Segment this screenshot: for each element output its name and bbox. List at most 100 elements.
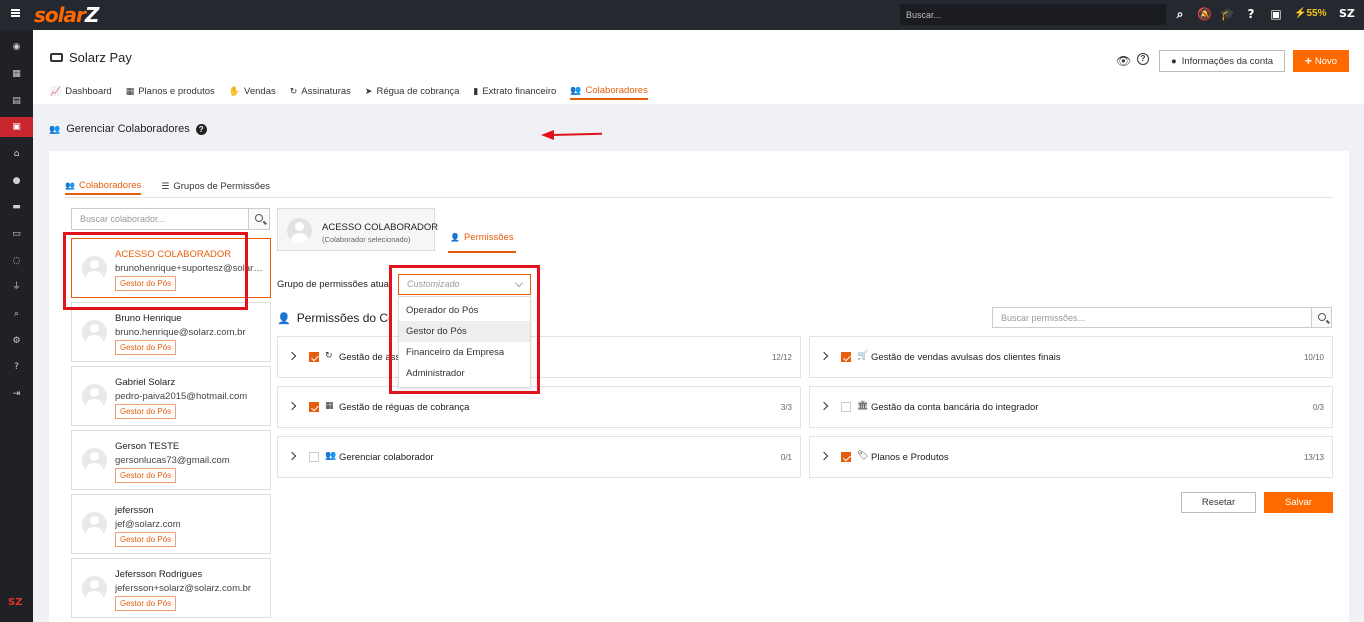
calendar-check-icon: ▦ <box>325 400 334 410</box>
chevron-right-icon[interactable] <box>287 351 297 361</box>
users-icon: 👥 <box>49 123 61 134</box>
save-button[interactable]: Salvar <box>1264 492 1333 513</box>
document-icon[interactable]: ▤ <box>0 91 33 111</box>
search-icon[interactable]: ⌕ <box>0 304 33 324</box>
collaborator-card[interactable]: Bruno Henrique bruno.henrique@solarz.com… <box>71 302 271 362</box>
search-icon <box>1318 313 1326 321</box>
avatar <box>287 218 312 243</box>
logout-icon[interactable]: ⇥ <box>0 384 33 404</box>
role-badge: Gestor do Pós <box>115 340 177 355</box>
plug-icon[interactable]: ⏚ <box>0 277 33 297</box>
collaborator-name: Bruno Henrique <box>115 313 182 324</box>
chevron-right-icon[interactable] <box>287 401 297 411</box>
reset-button[interactable]: Resetar <box>1181 492 1256 513</box>
nav-tabs: 📈 Dashboard ▦ Planos e produtos ✋ Vendas ↻ A… <box>50 82 648 100</box>
card-alt-icon[interactable]: ▭ <box>0 224 33 244</box>
permissions-heading: 👤 Permissões do Colaborador <box>277 311 392 325</box>
collaborator-name: jefersson <box>115 505 154 516</box>
user-gear-icon: 👤 <box>277 312 291 325</box>
tab-grupos-permissoes[interactable]: ☰ Grupos de Permissões <box>161 177 270 195</box>
eye-icon[interactable]: 👁 <box>1116 54 1131 68</box>
tab-assinaturas[interactable]: ↻ Assinaturas <box>290 82 351 100</box>
permission-checkbox[interactable] <box>309 452 319 462</box>
sub-tabs: 👥 Colaboradores ☰ Grupos de Permissões <box>65 177 270 195</box>
permission-checkbox[interactable] <box>841 402 851 412</box>
tab-permissoes[interactable]: 👤 Permissões <box>448 223 516 253</box>
question-icon[interactable]: ? <box>0 357 33 377</box>
tab-regua-cobranca[interactable]: ➤ Régua de cobrança <box>365 82 459 100</box>
chevron-right-icon[interactable] <box>819 351 829 361</box>
tab-colaboradores[interactable]: 👥 Colaboradores <box>570 82 648 100</box>
permission-search-input[interactable] <box>992 307 1312 328</box>
menu-icon[interactable] <box>11 9 20 17</box>
permission-row[interactable]: 🏷 Planos e Produtos 13/13 <box>809 436 1333 478</box>
chart-line-icon: 📈 <box>50 85 62 96</box>
boxes-icon: ▦ <box>125 85 135 96</box>
tab-dashboard[interactable]: 📈 Dashboard <box>50 82 112 100</box>
collaborator-search-input[interactable] <box>71 208 249 230</box>
page-title: 👥 Gerenciar Colaboradores ? <box>49 123 207 135</box>
collaborator-card[interactable]: Gerson TESTE gersonlucas73@gmail.com Ges… <box>71 430 271 490</box>
graduation-cap-icon[interactable]: 🎓 <box>1220 7 1235 21</box>
clipboard-icon[interactable]: ▣ <box>1269 7 1283 21</box>
top-bar: solarZ ⌕ 🔕 🎓 ? ▣ ⚡55% SZ <box>0 0 1364 30</box>
home-icon[interactable]: ⌂ <box>0 144 33 164</box>
dashboard-icon[interactable]: ◉ <box>0 37 33 57</box>
avatar <box>82 384 107 409</box>
permission-row[interactable]: 👥 Gerenciar colaborador 0/1 <box>277 436 801 478</box>
chevron-right-icon[interactable] <box>819 401 829 411</box>
account-info-button[interactable]: ● Informações da conta <box>1159 50 1285 72</box>
permission-checkbox[interactable] <box>309 402 319 412</box>
logo[interactable]: solarZ <box>34 3 99 27</box>
cash-icon[interactable]: ▣ <box>0 117 33 137</box>
collaborator-name: Gerson TESTE <box>115 441 180 452</box>
global-search-input[interactable] <box>900 4 1166 25</box>
collaborator-name: Gabriel Solarz <box>115 377 176 388</box>
whatsapp-icon[interactable]: ◌ <box>0 251 33 271</box>
help-icon[interactable]: ? <box>195 123 207 135</box>
new-button[interactable]: + Novo <box>1293 50 1349 72</box>
divider <box>65 197 1333 198</box>
paper-plane-icon: ➤ <box>364 85 373 96</box>
permission-checkbox[interactable] <box>309 352 319 362</box>
search-icon[interactable]: ⌕ <box>1173 7 1187 21</box>
grid-icon[interactable]: ▦ <box>0 64 33 84</box>
collaborator-search-button[interactable] <box>248 208 270 230</box>
cash-icon <box>50 53 63 62</box>
permission-search-button[interactable] <box>1311 307 1332 328</box>
permission-row[interactable]: 🛒 Gestão de vendas avulsas dos clientes … <box>809 336 1333 378</box>
permission-checkbox[interactable] <box>841 352 851 362</box>
collaborator-email: jef@solarz.com <box>115 519 181 530</box>
card-icon[interactable]: ▬ <box>0 197 33 217</box>
search-icon <box>255 214 263 222</box>
app-title: Solarz Pay <box>50 50 132 65</box>
permission-checkbox[interactable] <box>841 452 851 462</box>
avatar <box>82 448 107 473</box>
permission-row[interactable]: 🏛 Gestão da conta bancária do integrador… <box>809 386 1333 428</box>
highlight-box <box>389 265 540 394</box>
role-badge: Gestor do Pós <box>115 404 177 419</box>
tab-vendas[interactable]: ✋ Vendas <box>229 82 276 100</box>
collaborator-card[interactable]: Jefersson Rodrigues jefersson+solarz@sol… <box>71 558 271 618</box>
chevron-right-icon[interactable] <box>819 451 829 461</box>
role-badge: Gestor do Pós <box>115 596 177 611</box>
help-icon[interactable]: ? <box>1137 53 1149 65</box>
tab-planos-produtos[interactable]: ▦ Planos e produtos <box>126 82 215 100</box>
help-icon[interactable]: ? <box>1244 7 1258 21</box>
gear-icon[interactable]: ⚙ <box>0 331 33 351</box>
collaborator-name: Jefersson Rodrigues <box>115 569 203 580</box>
user-icon: ● <box>1170 55 1177 67</box>
highlight-box <box>63 232 248 310</box>
tab-colaboradores-list[interactable]: 👥 Colaboradores <box>65 177 142 195</box>
bell-slash-icon[interactable]: 🔕 <box>1197 7 1212 21</box>
user-lock-icon: 👤 <box>450 232 460 242</box>
battery-indicator[interactable]: ⚡55% <box>1294 8 1326 19</box>
chevron-right-icon[interactable] <box>287 451 297 461</box>
user-icon[interactable]: SZ <box>1339 7 1355 21</box>
collaborator-card[interactable]: Gabriel Solarz pedro-paiva2015@hotmail.c… <box>71 366 271 426</box>
refresh-icon: ↻ <box>325 350 333 360</box>
users-icon: 👥 <box>65 180 75 190</box>
collaborator-card[interactable]: jefersson jef@solarz.com Gestor do Pós <box>71 494 271 554</box>
tab-extrato-financeiro[interactable]: ▮ Extrato financeiro <box>473 82 556 100</box>
user-icon[interactable]: ● <box>0 171 33 191</box>
